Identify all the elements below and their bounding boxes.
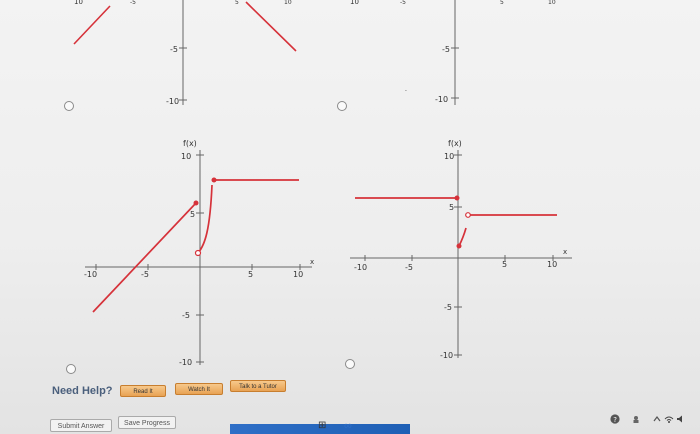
graph-d-tick-y-neg10: -10 xyxy=(440,351,453,360)
radio-option-d[interactable] xyxy=(345,359,355,369)
system-tray: ? xyxy=(610,414,690,428)
watch-it-button[interactable]: Watch It xyxy=(175,383,223,395)
svg-text:-5: -5 xyxy=(400,0,406,6)
graph-b-tick-top: 10 xyxy=(350,0,359,6)
graph-a-tick-top: 10 xyxy=(74,0,83,6)
graph-c-tick-x-neg5: -5 xyxy=(141,270,149,279)
graph-d-ylabel: f(x) xyxy=(448,139,462,148)
help-circle-icon[interactable]: ? xyxy=(610,414,620,424)
graph-d-tick-x-10: 10 xyxy=(547,260,557,269)
graph-d-tick-y-5: 5 xyxy=(449,203,454,212)
graph-b-tick-neg5: -5 xyxy=(442,45,450,54)
svg-text:5: 5 xyxy=(235,0,239,6)
graph-a-curve-left xyxy=(73,5,111,45)
graph-c-xlabel: x xyxy=(310,258,314,266)
graph-d-closed-point-top xyxy=(454,195,460,201)
graph-d-xlabel: x xyxy=(563,248,567,256)
svg-text:?: ? xyxy=(613,416,617,424)
svg-text:-5: -5 xyxy=(130,0,136,6)
graph-c-tick-x-neg10: -10 xyxy=(84,270,97,279)
top-graphs: -5 -10 10 -5 5 10 -5 -10 10 -5 5 10 - xyxy=(73,0,556,106)
graph-c-tick-x-5: 5 xyxy=(248,270,253,279)
question-page: -5 -10 10 -5 5 10 -5 -10 10 -5 5 10 - f(… xyxy=(0,0,700,434)
grid-icon: ⊞ xyxy=(318,420,327,431)
graph-c-tick-y-neg5: -5 xyxy=(182,311,190,320)
graph-b-tick-neg10: -10 xyxy=(435,95,448,104)
graph-b: -5 -10 10 -5 5 10 - xyxy=(350,0,556,105)
graph-d-middle-curve xyxy=(458,227,467,247)
radio-option-b[interactable] xyxy=(337,101,347,111)
save-progress-button[interactable]: Save Progress xyxy=(118,416,176,429)
radio-option-a[interactable] xyxy=(64,101,74,111)
graph-d-closed-point-bottom xyxy=(456,243,462,249)
graph-c-tick-y-neg10: -10 xyxy=(179,358,192,367)
radio-option-c[interactable] xyxy=(66,364,76,374)
graph-a: -5 -10 10 -5 5 10 xyxy=(73,0,297,106)
graph-c-open-point xyxy=(194,249,202,257)
graph-d-tick-y-neg5: -5 xyxy=(444,303,452,312)
svg-text:10: 10 xyxy=(284,0,292,6)
graph-d-tick-x-5: 5 xyxy=(502,260,507,269)
graph-c-ylabel: f(x) xyxy=(183,139,197,148)
graph-c-closed-point-left xyxy=(193,200,199,206)
graph-a-tick-neg10: -10 xyxy=(166,97,179,106)
infinity-icon: ∞ xyxy=(344,420,352,432)
graph-d-open-point xyxy=(465,212,471,218)
people-icon xyxy=(633,416,639,423)
graph-a-tick-neg5: -5 xyxy=(170,45,178,54)
submit-answer-button[interactable]: Submit Answer xyxy=(50,419,112,432)
graph-d-tick-y-10: 10 xyxy=(444,152,454,161)
graph-c-tick-y-5: 5 xyxy=(190,210,195,219)
graph-d: f(x) x -10 -5 5 10 10 5 -5 -10 xyxy=(350,139,572,360)
talk-to-tutor-button[interactable]: Talk to a Tutor xyxy=(230,380,286,392)
svg-text:-: - xyxy=(405,88,407,94)
graph-d-tick-x-neg10: -10 xyxy=(354,263,367,272)
graph-c-tick-x-10: 10 xyxy=(293,270,303,279)
need-help-label: Need Help? xyxy=(52,385,113,397)
chevron-up-icon[interactable] xyxy=(652,414,662,424)
read-it-button[interactable]: Read It xyxy=(120,385,166,397)
graph-a-curve-right xyxy=(245,1,297,52)
volume-icon[interactable] xyxy=(676,414,686,424)
svg-text:5: 5 xyxy=(500,0,504,6)
graph-d-tick-x-neg5: -5 xyxy=(405,263,413,272)
svg-text:10: 10 xyxy=(548,0,556,6)
graph-c-tick-y-10: 10 xyxy=(181,152,191,161)
graph-c: f(x) x -10 -5 5 10 10 5 -5 -10 xyxy=(84,139,314,367)
graph-c-line-left xyxy=(92,202,197,313)
wifi-icon[interactable] xyxy=(664,414,674,424)
